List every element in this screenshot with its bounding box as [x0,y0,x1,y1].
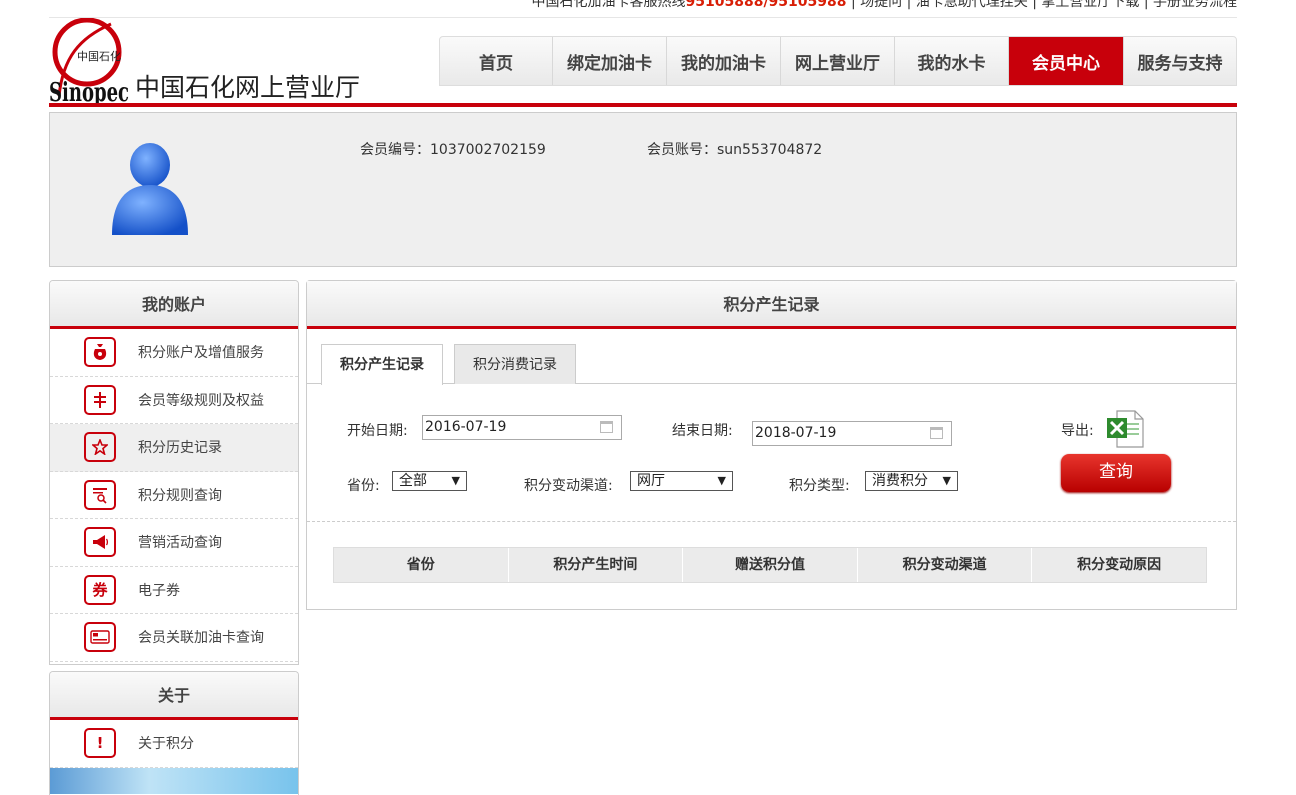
avatar-icon [112,143,188,235]
site-logo[interactable]: 中国石化 Sinopec 中国石化网上营业厅 [49,17,360,108]
member-number: 会员编号：1037002702159 [360,139,546,159]
record-tabs: 积分产生记录 积分消费记录 [307,332,1236,385]
nav-water-card[interactable]: 我的水卡 [895,37,1009,85]
province-label: 省份: [347,478,380,494]
sidebar-item-label: 关于积分 [138,736,194,753]
member-number-label: 会员编号： [360,142,430,158]
province-select[interactable]: 全部 ▼ [392,471,467,491]
top-link-app-download[interactable]: 掌上营业厅下载 [1041,0,1139,10]
sidebar-item-points-rules[interactable]: 积分规则查询 [50,472,298,519]
sidebar-item-about-points[interactable]: ! 关于积分 [50,720,298,768]
nav-service-support[interactable]: 服务与支持 [1124,37,1236,85]
start-date-value: 2016-07-19 [425,419,507,435]
fuel-card-icon [84,622,116,653]
profile-panel: 会员编号：1037002702159 会员账号：sun553704872 [49,112,1237,267]
channel-label: 积分变动渠道: [524,478,613,494]
points-type-value: 消费积分 [872,473,928,489]
channel-value: 网厅 [637,473,665,489]
excel-export-icon[interactable] [1105,409,1145,449]
channel-select[interactable]: 网厅 ▼ [630,471,733,491]
nav-bind-card[interactable]: 绑定加油卡 [553,37,667,85]
col-change-channel[interactable]: 积分变动渠道 [858,548,1033,582]
sidebar-about-title: 关于 [50,672,298,720]
main-panel-title: 积分产生记录 [307,281,1236,329]
sidebar-item-label: 营销活动查询 [138,535,222,552]
tab-points-spent[interactable]: 积分消费记录 [454,344,576,384]
logo-word-text: Sinopec [49,78,129,104]
sidebar-item-label: 会员等级规则及权益 [138,392,264,409]
sidebar-item-level-rules[interactable]: 会员等级规则及权益 [50,377,298,424]
member-account: 会员账号：sun553704872 [647,139,822,159]
sidebar-item-points-history[interactable]: 积分历史记录 [50,424,298,472]
records-table-header: 省份 积分产生时间 赠送积分值 积分变动渠道 积分变动原因 [333,547,1207,583]
header-divider [49,103,1237,107]
calendar-icon[interactable] [930,427,943,439]
top-bar: 中国石化加油卡客服热线95105888/95105988 | 场提问 | 油卡急… [49,0,1237,18]
dropdown-arrow-icon: ▼ [717,474,726,487]
start-date-input[interactable]: 2016-07-19 [422,415,622,440]
megaphone-icon [84,527,116,558]
col-earned-time[interactable]: 积分产生时间 [509,548,684,582]
points-type-select[interactable]: 消费积分 ▼ [865,471,958,491]
top-link-report-loss[interactable]: 油卡急助代理挂失 [916,0,1028,10]
col-change-reason[interactable]: 积分变动原因 [1032,548,1206,582]
level-rules-icon [84,384,116,415]
end-date-value: 2018-07-19 [755,425,837,441]
sidebar-item-label: 积分历史记录 [138,440,222,457]
nav-my-card[interactable]: 我的加油卡 [667,37,781,85]
money-bag-icon [84,337,116,368]
col-bonus-points[interactable]: 赠送积分值 [683,548,858,582]
logo-cn-text: 中国石化 [77,49,121,63]
star-icon [84,432,116,463]
province-value: 全部 [399,473,427,489]
dropdown-arrow-icon: ▼ [942,474,951,487]
member-number-value: 1037002702159 [430,142,546,158]
end-date-input[interactable]: 2018-07-19 [752,421,952,446]
site-title: 中国石化网上营业厅 [135,73,361,102]
sidebar-item-label: 会员关联加油卡查询 [138,630,264,647]
hotline-label: 中国石化加油卡客服热线 [531,0,686,10]
sidebar-item-label: 积分规则查询 [138,487,222,504]
sidebar-account-title: 我的账户 [50,281,298,329]
sidebar-item-points-account[interactable]: 积分账户及增值服务 [50,329,298,377]
nav-online-hall[interactable]: 网上营业厅 [781,37,895,85]
sidebar-item-label: 积分账户及增值服务 [138,345,264,362]
form-divider [307,521,1236,522]
dropdown-arrow-icon: ▼ [451,474,460,487]
tab-points-earned[interactable]: 积分产生记录 [321,344,443,385]
main-nav: 首页 绑定加油卡 我的加油卡 网上营业厅 我的水卡 会员中心 服务与支持 [439,36,1237,86]
sidebar-item-marketing[interactable]: 营销活动查询 [50,519,298,567]
exclamation-icon: ! [84,728,116,759]
nav-home[interactable]: 首页 [440,37,553,85]
search-document-icon [84,479,116,510]
sidebar-item-coupon[interactable]: 券 电子券 [50,567,298,614]
main-panel: 积分产生记录 积分产生记录 积分消费记录 开始日期: 2016-07-19 结束… [306,280,1237,610]
top-link-guide[interactable]: 手册业务流程 [1153,0,1237,10]
hotline-number: 95105888/95105988 [685,0,847,10]
sidebar-item-label: 电子券 [138,582,180,599]
sidebar-account: 我的账户 积分账户及增值服务 会员等级规则及权益 积分历史记录 积分规则查询 营… [49,280,299,665]
export-label: 导出: [1061,423,1094,439]
top-link-faq[interactable]: 场提问 [860,0,902,10]
nav-member-center[interactable]: 会员中心 [1009,37,1124,85]
start-date-label: 开始日期: [347,423,408,439]
member-account-label: 会员账号： [647,142,717,158]
points-type-label: 积分类型: [789,478,850,494]
sidebar-item-linked-cards[interactable]: 会员关联加油卡查询 [50,614,298,662]
sidebar-about: 关于 ! 关于积分 [49,671,299,795]
top-bar-text: 中国石化加油卡客服热线95105888/95105988 | 场提问 | 油卡急… [532,0,1237,11]
calendar-icon[interactable] [600,421,613,433]
sidebar-banner-image[interactable] [50,767,298,794]
query-button[interactable]: 查询 [1061,454,1171,492]
member-account-value: sun553704872 [717,142,823,158]
sinopec-logo-icon: 中国石化 Sinopec [49,17,129,108]
end-date-label: 结束日期: [672,423,733,439]
col-province[interactable]: 省份 [334,548,509,582]
coupon-icon: 券 [84,574,116,605]
